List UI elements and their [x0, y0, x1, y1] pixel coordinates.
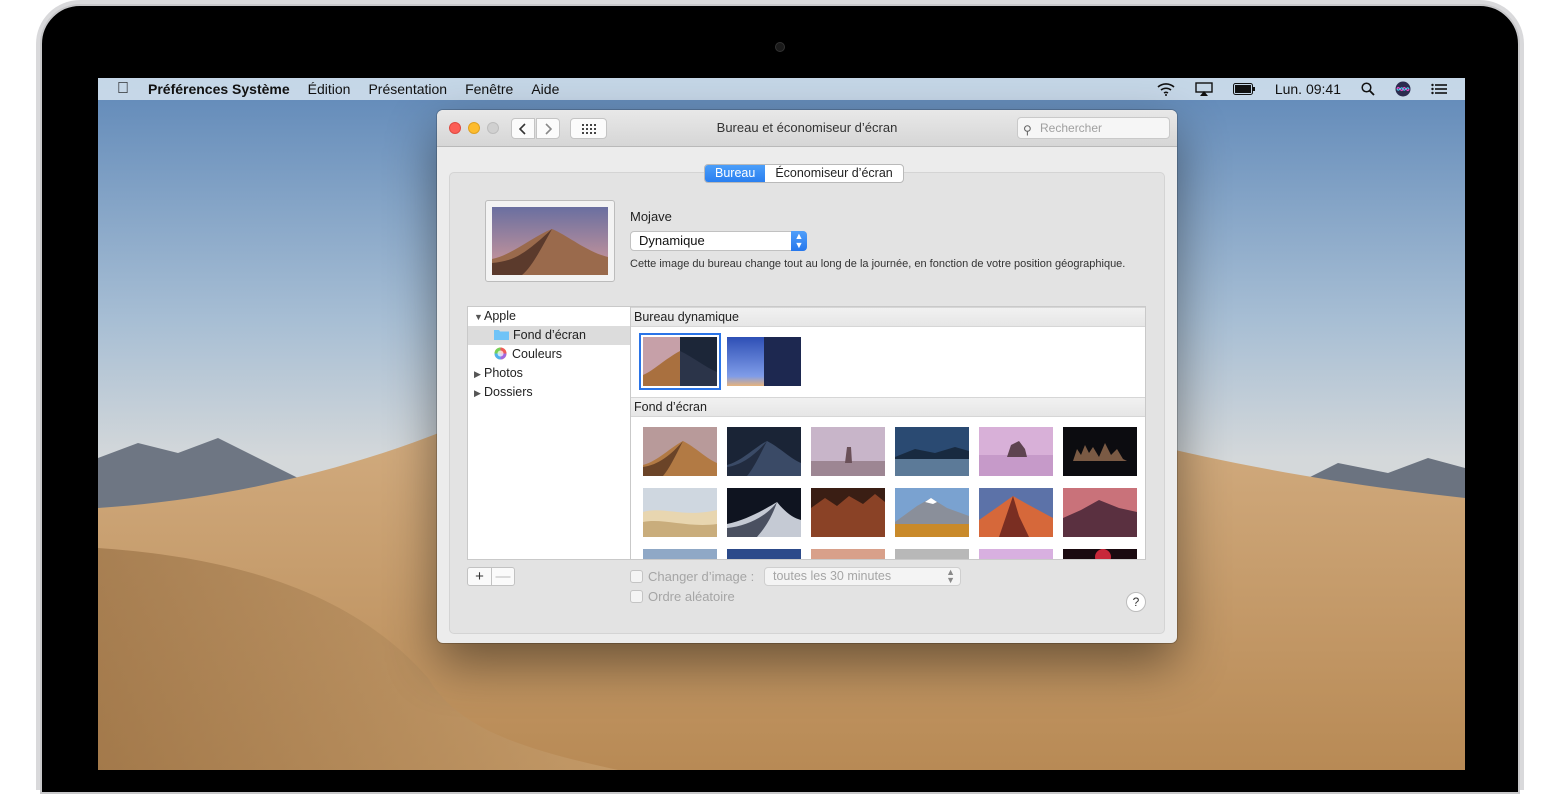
checkbox-box[interactable]: [630, 570, 643, 583]
change-picture-label: Changer d’image :: [648, 569, 755, 584]
camera-icon: [775, 42, 785, 52]
search-placeholder: Rechercher: [1040, 121, 1103, 135]
wallpaper-description: Cette image du bureau change tout au lon…: [630, 258, 1126, 270]
tab-bureau[interactable]: Bureau: [705, 165, 766, 182]
wallpaper-browser: Bureau dynamique Fond d’écran: [630, 306, 1146, 560]
wallpaper-thumb-blue-lake[interactable]: [895, 427, 969, 476]
popup-arrows-icon: ▲ ▼: [946, 567, 955, 585]
wallpaper-thumb-dark-city[interactable]: [1063, 427, 1137, 476]
wallpaper-thumb-row3-6[interactable]: [1063, 549, 1137, 559]
wallpaper-thumb-mojave-night[interactable]: [727, 427, 801, 476]
mode-popup[interactable]: Dynamique ▲ ▼: [630, 231, 807, 251]
siri-icon[interactable]: [1395, 81, 1411, 97]
disclosure-closed-icon[interactable]: ▶: [474, 365, 484, 384]
sidebar-item-label: Dossiers: [484, 385, 533, 399]
wallpaper-thumb-row3-4[interactable]: [895, 549, 969, 559]
section-header-wallpapers: Fond d’écran: [631, 397, 1145, 417]
preview-image: [492, 207, 608, 275]
tab-economiseur[interactable]: Économiseur d’écran: [765, 165, 902, 182]
disclosure-closed-icon[interactable]: ▶: [474, 384, 484, 403]
remove-folder-button[interactable]: —: [490, 568, 514, 585]
wallpaper-preview: [485, 200, 615, 282]
menu-fenetre[interactable]: Fenêtre: [465, 81, 513, 97]
random-order-checkbox[interactable]: Ordre aléatoire: [630, 589, 735, 604]
sidebar-item-fond-ecran[interactable]: Fond d’écran: [468, 326, 630, 345]
disclosure-open-icon[interactable]: ▼: [474, 308, 484, 327]
mode-popup-value: Dynamique: [639, 233, 705, 248]
menu-presentation[interactable]: Présentation: [368, 81, 447, 97]
help-button[interactable]: ?: [1126, 592, 1146, 612]
menu-bar:  Préférences Système Édition Présentati…: [98, 78, 1465, 100]
checkbox-box[interactable]: [630, 590, 643, 603]
source-list: ▼Apple Fond d’écran Couleurs ▶ Photos ▶ Do…: [467, 306, 631, 560]
section-header-dynamic: Bureau dynamique: [631, 307, 1145, 327]
sidebar-item-label: Fond d’écran: [513, 328, 586, 342]
wallpaper-thumb-high-sierra[interactable]: [895, 488, 969, 537]
menu-clock[interactable]: Lun. 09:41: [1275, 81, 1341, 97]
sidebar-item-label: Apple: [484, 309, 516, 323]
wallpaper-thumb-mojave-day[interactable]: [643, 427, 717, 476]
sidebar-item-label: Photos: [484, 366, 523, 380]
airplay-icon[interactable]: [1195, 82, 1213, 96]
wallpaper-thumb-night-dunes[interactable]: [727, 488, 801, 537]
menu-app-name[interactable]: Préférences Système: [148, 81, 290, 97]
wallpaper-thumb-el-capitan[interactable]: [1063, 488, 1137, 537]
wallpaper-thumb-pink-lake[interactable]: [979, 427, 1053, 476]
apple-menu-icon[interactable]: : [98, 80, 148, 98]
folder-icon: [494, 330, 509, 340]
wallpaper-thumb-row3-3[interactable]: [811, 549, 885, 559]
preferences-window: Bureau et économiseur d’écran ⚲ Recherch…: [437, 110, 1177, 643]
wallpaper-thumb-row3-5[interactable]: [979, 549, 1053, 559]
color-wheel-icon: [494, 347, 507, 360]
sidebar-item-apple[interactable]: ▼Apple: [468, 307, 630, 326]
wallpaper-thumb-solar-gradient[interactable]: [727, 337, 801, 386]
menu-edition[interactable]: Édition: [308, 81, 351, 97]
search-input[interactable]: ⚲ Rechercher: [1017, 117, 1170, 139]
notification-center-icon[interactable]: [1431, 83, 1447, 95]
sidebar-item-photos[interactable]: ▶ Photos: [468, 364, 630, 383]
interval-popup[interactable]: toutes les 30 minutes ▲ ▼: [764, 567, 961, 586]
battery-icon[interactable]: [1232, 83, 1255, 95]
wallpaper-thumb-rock-desert[interactable]: [811, 427, 885, 476]
wallpaper-thumb-white-dunes[interactable]: [643, 488, 717, 537]
wallpaper-thumb-canyon[interactable]: [811, 488, 885, 537]
sidebar-item-couleurs[interactable]: Couleurs: [468, 345, 630, 364]
title-bar: Bureau et économiseur d’écran ⚲ Recherch…: [437, 110, 1177, 147]
random-order-label: Ordre aléatoire: [648, 589, 735, 604]
add-folder-button[interactable]: +: [468, 568, 491, 585]
search-icon: ⚲: [1023, 123, 1032, 137]
tab-control: Bureau Économiseur d’écran: [704, 164, 904, 183]
wallpaper-thumb-row3-1[interactable]: [643, 549, 717, 559]
wallpaper-thumb-mojave-dynamic[interactable]: [639, 333, 721, 390]
wifi-icon[interactable]: [1157, 82, 1175, 96]
menu-aide[interactable]: Aide: [531, 81, 559, 97]
add-remove-control: + —: [467, 567, 515, 586]
sidebar-item-dossiers[interactable]: ▶ Dossiers: [468, 383, 630, 402]
wallpaper-thumb-row3-2[interactable]: [727, 549, 801, 559]
popup-arrows-icon: ▲ ▼: [791, 231, 807, 251]
sidebar-item-label: Couleurs: [512, 347, 563, 361]
spotlight-icon[interactable]: [1361, 82, 1375, 96]
wallpaper-thumb-sierra[interactable]: [979, 488, 1053, 537]
interval-value: toutes les 30 minutes: [773, 569, 892, 583]
wallpaper-name: Mojave: [630, 209, 672, 224]
change-picture-checkbox[interactable]: Changer d’image :: [630, 569, 754, 584]
